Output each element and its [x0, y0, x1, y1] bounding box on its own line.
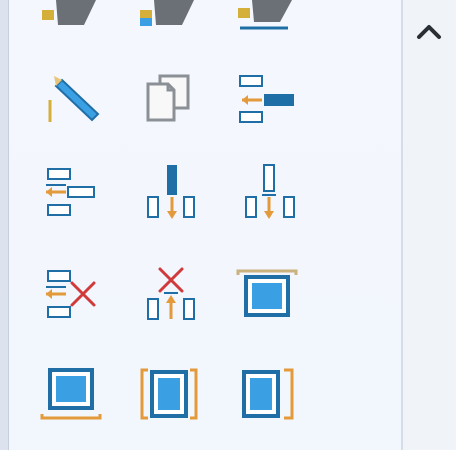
edit-pencil-icon — [48, 76, 100, 122]
toolbar-window — [0, 0, 456, 450]
frame-bottom-icon — [40, 368, 102, 420]
tool-align-left[interactable] — [229, 64, 305, 134]
tool-frame-bottom[interactable] — [33, 360, 109, 430]
tool-grid — [9, 0, 401, 450]
tool-frame-right[interactable] — [229, 360, 305, 430]
tool-align-middle-vertical[interactable] — [229, 157, 305, 227]
align-top-icon — [147, 165, 195, 219]
tool-frame-top[interactable] — [229, 259, 305, 329]
window-edge — [0, 0, 9, 450]
tool-align-top[interactable] — [131, 157, 207, 227]
tool-tag-pen-line[interactable] — [229, 0, 305, 40]
delete-align-vertical-icon — [147, 267, 195, 320]
tag-pen-icon — [42, 0, 96, 25]
chevron-up-icon — [417, 25, 441, 39]
tool-copy-pages[interactable] — [131, 64, 207, 134]
tool-frame-left[interactable] — [131, 360, 207, 430]
tool-align-center-horizontal[interactable] — [33, 157, 109, 227]
delete-align-horizontal-icon — [46, 270, 96, 318]
tool-tag-pen-blue[interactable] — [129, 0, 205, 40]
tool-delete-align-horizontal[interactable] — [33, 259, 109, 329]
tool-tag-pen[interactable] — [33, 0, 109, 40]
align-center-horizontal-icon — [46, 168, 95, 216]
frame-left-icon — [140, 368, 198, 420]
tag-pen-line-icon — [238, 0, 292, 30]
scroll-up-button[interactable] — [410, 14, 448, 50]
align-left-icon — [239, 75, 294, 123]
tag-pen-blue-icon — [140, 0, 194, 26]
frame-right-icon — [242, 368, 294, 420]
frame-top-icon — [236, 269, 298, 317]
copy-pages-icon — [146, 74, 190, 122]
scroll-strip — [403, 0, 456, 450]
tool-delete-align-vertical[interactable] — [131, 259, 207, 329]
tool-edit-pencil[interactable] — [37, 64, 113, 134]
align-middle-vertical-icon — [245, 164, 295, 219]
